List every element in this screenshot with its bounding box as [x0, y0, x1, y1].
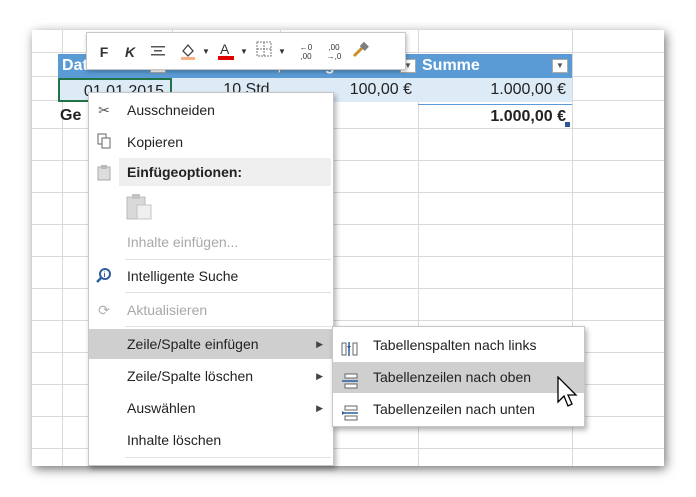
- chevron-down-icon[interactable]: ▼: [239, 41, 249, 63]
- menu-item-label: Inhalte löschen: [127, 432, 222, 448]
- submenu-item-label: Tabellenzeilen nach oben: [373, 369, 532, 385]
- menu-item-insert-row-column[interactable]: Zeile/Spalte einfügen ▶: [89, 329, 333, 359]
- chevron-right-icon: ▶: [316, 403, 323, 413]
- menu-item-label: Ausschneiden: [127, 102, 215, 118]
- menu-item-delete-row-column[interactable]: Zeile/Spalte löschen ▶: [89, 361, 333, 391]
- menu-item-cut[interactable]: ✂ Ausschneiden: [89, 95, 333, 125]
- header-cell-summe[interactable]: Summe: [418, 54, 572, 78]
- increase-decimal-label: ←0: [299, 43, 313, 52]
- borders-icon[interactable]: [253, 41, 275, 63]
- table-resize-handle[interactable]: [565, 122, 570, 127]
- menu-item-smart-lookup[interactable]: i Intelligente Suche: [89, 261, 333, 291]
- svg-text:A: A: [220, 41, 230, 57]
- context-menu: ✂ Ausschneiden Kopieren Einfügeoptionen:…: [88, 92, 334, 466]
- submenu-item-label: Tabellenspalten nach links: [373, 337, 537, 353]
- menu-item-clear-contents[interactable]: Inhalte löschen: [89, 425, 333, 455]
- chevron-right-icon: ▶: [316, 371, 323, 381]
- fill-color-icon[interactable]: [175, 41, 203, 63]
- paste-options-label: Einfügeoptionen:: [119, 158, 331, 186]
- menu-item-paste-special: Inhalte einfügen...: [89, 227, 333, 257]
- insert-submenu: Tabellenspalten nach links Tabellenzeile…: [332, 326, 585, 427]
- submenu-item-rows-below[interactable]: Tabellenzeilen nach unten: [333, 394, 584, 425]
- submenu-item-label: Tabellenzeilen nach unten: [373, 401, 535, 417]
- menu-item-label: Aktualisieren: [127, 302, 208, 318]
- italic-button[interactable]: K: [121, 41, 139, 63]
- total-summe[interactable]: 1.000,00 €: [418, 104, 572, 128]
- insert-rows-above-icon: [341, 369, 359, 389]
- format-painter-icon[interactable]: [349, 41, 373, 63]
- menu-item-label: Zeile/Spalte einfügen: [127, 336, 259, 352]
- increase-decimal-button[interactable]: ←0 ,00: [293, 41, 319, 65]
- decrease-decimal-label: ,00: [328, 43, 340, 52]
- menu-separator: [125, 326, 331, 327]
- submenu-item-rows-above[interactable]: Tabellenzeilen nach oben: [333, 362, 584, 393]
- cell-summe[interactable]: 1.000,00 €: [418, 78, 572, 102]
- clipboard-icon: [95, 165, 113, 183]
- submenu-item-columns-left[interactable]: Tabellenspalten nach links: [333, 330, 584, 361]
- menu-item-label: Auswählen: [127, 400, 196, 416]
- insert-rows-below-icon: [341, 401, 359, 421]
- decrease-decimal-label: →,0: [326, 52, 342, 61]
- menu-item-label: Zeile/Spalte löschen: [127, 368, 254, 384]
- smart-lookup-icon: i: [95, 267, 113, 285]
- menu-separator: [125, 292, 331, 293]
- menu-separator: [125, 457, 331, 458]
- menu-item-refresh: ⟳ Aktualisieren: [89, 295, 333, 325]
- decrease-decimal-button[interactable]: ,00 →,0: [321, 41, 347, 65]
- increase-decimal-label: ,00: [300, 52, 312, 61]
- menu-item-copy[interactable]: Kopieren: [89, 127, 333, 157]
- insert-columns-left-icon: [341, 337, 359, 356]
- align-center-icon[interactable]: [147, 41, 169, 63]
- chevron-down-icon[interactable]: ▼: [201, 41, 211, 63]
- copy-icon: [95, 133, 113, 151]
- chevron-right-icon: ▶: [316, 339, 323, 349]
- header-label: Summe: [422, 57, 480, 74]
- chevron-down-icon[interactable]: ▼: [277, 41, 287, 63]
- filter-dropdown-icon[interactable]: ▼: [552, 59, 568, 73]
- refresh-icon: ⟳: [98, 302, 110, 318]
- menu-item-label: Kopieren: [127, 134, 184, 150]
- scissors-icon: ✂: [98, 102, 110, 118]
- menu-item-select[interactable]: Auswählen ▶: [89, 393, 333, 423]
- mini-toolbar: F K ▼ A ▼ ▼ ←0 ,00 ,00 →,0: [86, 32, 406, 70]
- bold-button[interactable]: F: [95, 41, 113, 63]
- svg-text:i: i: [104, 272, 106, 279]
- paste-button-icon[interactable]: [125, 193, 155, 221]
- font-color-icon[interactable]: A: [215, 41, 237, 63]
- menu-separator: [125, 259, 331, 260]
- menu-item-label: Inhalte einfügen...: [127, 234, 239, 250]
- mouse-cursor-icon: [557, 375, 581, 415]
- menu-item-label: Intelligente Suche: [127, 268, 239, 284]
